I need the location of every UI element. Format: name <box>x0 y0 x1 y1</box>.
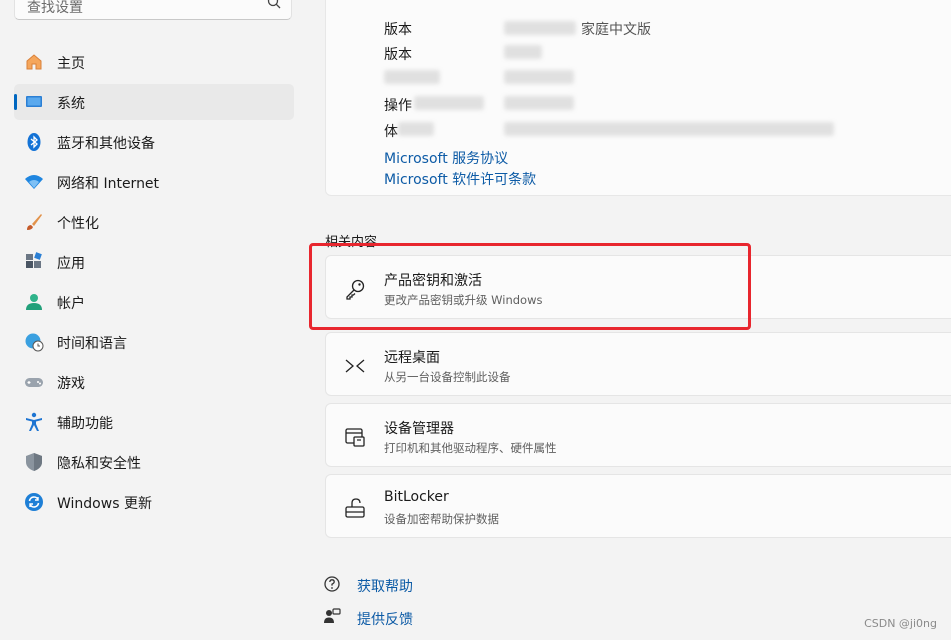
blurred-value <box>504 122 834 136</box>
related-section-title: 相关内容 <box>325 235 378 250</box>
sidebar-item-time-language[interactable]: 时间和语言 <box>14 324 294 360</box>
card-title: 远程桌面 <box>384 350 440 366</box>
spec-label-os: 操作 <box>384 98 412 114</box>
card-title: BitLocker <box>384 489 449 505</box>
device-manager-icon <box>345 428 365 447</box>
spec-label-edition: 版本 <box>384 22 412 38</box>
main-content: 版本 家庭中文版 版本 操作 体 Microsoft 服务协议 Microsof… <box>310 0 951 640</box>
sidebar-item-label: 系统 <box>57 96 85 112</box>
blurred-label <box>384 70 440 84</box>
link-license-terms[interactable]: Microsoft 软件许可条款 <box>384 169 536 189</box>
card-title: 设备管理器 <box>384 421 454 437</box>
sidebar-item-label: 辅助功能 <box>57 416 113 432</box>
card-subtitle: 打印机和其他驱动程序、硬件属性 <box>384 441 557 455</box>
help-icon <box>324 576 340 592</box>
windows-specs-card: 版本 家庭中文版 版本 操作 体 Microsoft 服务协议 Microsof… <box>325 0 951 196</box>
blurred-value <box>504 21 576 35</box>
sidebar-item-label: 游戏 <box>57 376 85 392</box>
card-subtitle: 从另一台设备控制此设备 <box>384 370 511 384</box>
gamepad-icon <box>25 378 43 387</box>
sidebar-item-accounts[interactable]: 帐户 <box>14 284 294 320</box>
sidebar-item-label: 应用 <box>57 256 85 272</box>
sidebar-item-gaming[interactable]: 游戏 <box>14 364 294 400</box>
card-title: 产品密钥和激活 <box>384 273 482 289</box>
card-subtitle: 设备加密帮助保护数据 <box>384 512 499 526</box>
globe-clock-icon <box>25 333 44 352</box>
sidebar-item-windows-update[interactable]: Windows 更新 <box>14 484 294 520</box>
sidebar-item-label: Windows 更新 <box>57 496 152 512</box>
blurred-value <box>504 70 574 84</box>
give-feedback-link[interactable]: 提供反馈 <box>357 609 413 629</box>
watermark-text: CSDN @ji0ng <box>864 617 937 630</box>
sidebar-item-apps[interactable]: 应用 <box>14 244 294 280</box>
accessibility-icon <box>26 412 42 431</box>
sidebar-item-label: 个性化 <box>57 216 99 232</box>
blurred-label <box>414 96 484 110</box>
sidebar-item-home[interactable]: 主页 <box>14 44 294 80</box>
search-icon <box>267 0 281 9</box>
spec-label-experience: 体 <box>384 124 398 140</box>
sidebar-item-system[interactable]: 系统 <box>14 84 294 120</box>
sidebar-item-label: 网络和 Internet <box>57 176 160 192</box>
sidebar-item-privacy[interactable]: 隐私和安全性 <box>14 444 294 480</box>
key-icon <box>346 279 365 300</box>
bluetooth-icon <box>27 133 41 151</box>
shield-icon <box>26 453 42 471</box>
sidebar: 查找设置 主页 系统 蓝牙和其他设备 网络和 Internet 个性化 应用 帐… <box>0 0 310 640</box>
person-icon <box>26 294 42 310</box>
apps-icon <box>26 252 42 268</box>
lock-icon <box>345 498 365 518</box>
sidebar-item-network[interactable]: 网络和 Internet <box>14 164 294 200</box>
sidebar-item-personalization[interactable]: 个性化 <box>14 204 294 240</box>
card-subtitle: 更改产品密钥或升级 Windows <box>384 293 543 307</box>
product-key-activation-card[interactable]: 产品密钥和激活 更改产品密钥或升级 Windows <box>325 255 951 319</box>
bitlocker-card[interactable]: BitLocker 设备加密帮助保护数据 <box>325 474 951 538</box>
search-box[interactable]: 查找设置 <box>14 0 292 20</box>
sidebar-item-label: 隐私和安全性 <box>57 456 141 472</box>
get-help-link[interactable]: 获取帮助 <box>357 576 413 596</box>
active-indicator <box>14 94 17 110</box>
display-icon <box>26 96 42 107</box>
feedback-icon <box>324 608 341 623</box>
spec-label-version: 版本 <box>384 47 412 63</box>
sidebar-item-bluetooth[interactable]: 蓝牙和其他设备 <box>14 124 294 160</box>
sidebar-item-label: 主页 <box>57 56 85 72</box>
sidebar-item-label: 蓝牙和其他设备 <box>57 136 155 152</box>
update-icon <box>25 493 43 511</box>
search-placeholder: 查找设置 <box>27 0 83 16</box>
wifi-icon <box>25 175 43 189</box>
blurred-value <box>504 45 542 59</box>
sidebar-item-accessibility[interactable]: 辅助功能 <box>14 404 294 440</box>
link-service-agreement[interactable]: Microsoft 服务协议 <box>384 148 508 168</box>
blurred-value <box>504 96 574 110</box>
spec-value-edition: 家庭中文版 <box>581 22 651 38</box>
home-icon <box>26 54 42 70</box>
brush-icon <box>27 214 42 230</box>
sidebar-item-label: 时间和语言 <box>57 336 127 352</box>
device-manager-card[interactable]: 设备管理器 打印机和其他驱动程序、硬件属性 <box>325 403 951 467</box>
blurred-label <box>398 122 434 136</box>
sidebar-item-label: 帐户 <box>57 296 85 312</box>
remote-desktop-card[interactable]: 远程桌面 从另一台设备控制此设备 <box>325 332 951 396</box>
remote-desktop-icon <box>345 359 365 373</box>
